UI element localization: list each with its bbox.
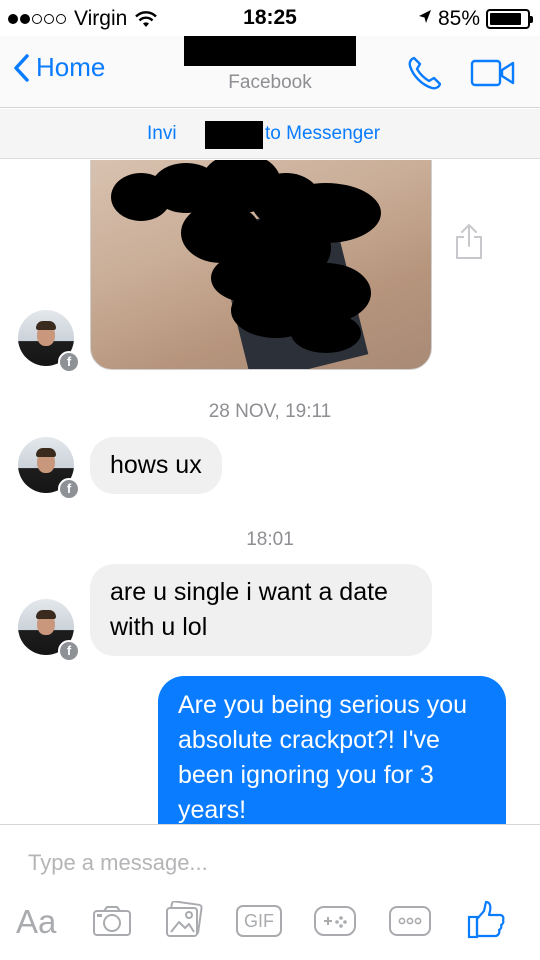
- facebook-badge-icon: f: [58, 478, 80, 500]
- contact-subtitle: Facebook: [228, 72, 312, 93]
- outgoing-message[interactable]: Are you being serious you absolute crack…: [158, 676, 506, 824]
- like-button[interactable]: [466, 899, 506, 941]
- timestamp: 18:01: [246, 529, 294, 550]
- video-camera-icon: [470, 59, 515, 87]
- more-icon: [389, 906, 431, 936]
- text-button[interactable]: Aa: [16, 903, 56, 941]
- camera-button[interactable]: [92, 905, 132, 937]
- composer-toolbar: Aa GIF: [0, 899, 540, 949]
- video-call-button[interactable]: [470, 58, 516, 93]
- status-right: 85%: [418, 7, 533, 31]
- share-button[interactable]: [454, 222, 484, 265]
- facebook-badge-icon: f: [58, 640, 80, 662]
- share-icon: [456, 224, 482, 259]
- status-bar: Virgin 18:25 85%: [0, 0, 540, 36]
- battery-fill: [490, 13, 521, 25]
- more-button[interactable]: [388, 905, 432, 937]
- incoming-message[interactable]: hows ux: [90, 437, 222, 494]
- message-input[interactable]: [28, 845, 508, 881]
- gallery-button[interactable]: [164, 901, 204, 939]
- invite-text-start[interactable]: Invi: [147, 123, 177, 145]
- games-button[interactable]: [313, 905, 357, 937]
- game-controller-icon: [314, 906, 356, 936]
- nav-bar: Home Facebook: [0, 36, 540, 108]
- invite-banner[interactable]: Invi to Messenger: [0, 109, 540, 159]
- incoming-message[interactable]: are u single i want a date with u lol: [90, 564, 432, 656]
- phone-icon: [408, 56, 442, 90]
- timestamp: 28 NOV, 19:11: [208, 401, 332, 422]
- redaction-scribble: [271, 183, 381, 243]
- battery-percent: 85%: [437, 7, 480, 30]
- contact-name-redacted: [184, 36, 356, 66]
- battery-icon: [486, 9, 533, 29]
- camera-icon: [93, 906, 131, 936]
- redaction-scribble: [291, 313, 361, 353]
- gif-button[interactable]: GIF: [236, 905, 282, 937]
- conversation-area[interactable]: f 28 NOV, 19:11 hows ux f 18:01 are u si…: [0, 160, 540, 824]
- facebook-badge-icon: f: [58, 351, 80, 373]
- invite-text-end[interactable]: to Messenger: [265, 123, 380, 145]
- shared-photo[interactable]: [90, 160, 432, 370]
- composer: Aa GIF: [0, 824, 540, 960]
- photo-gallery-icon: [166, 901, 203, 937]
- gif-icon: GIF: [236, 905, 282, 937]
- call-button[interactable]: [406, 54, 444, 97]
- thumbs-up-icon: [467, 900, 505, 939]
- location-arrow-icon: [418, 7, 432, 31]
- invite-name-redacted: [205, 121, 263, 149]
